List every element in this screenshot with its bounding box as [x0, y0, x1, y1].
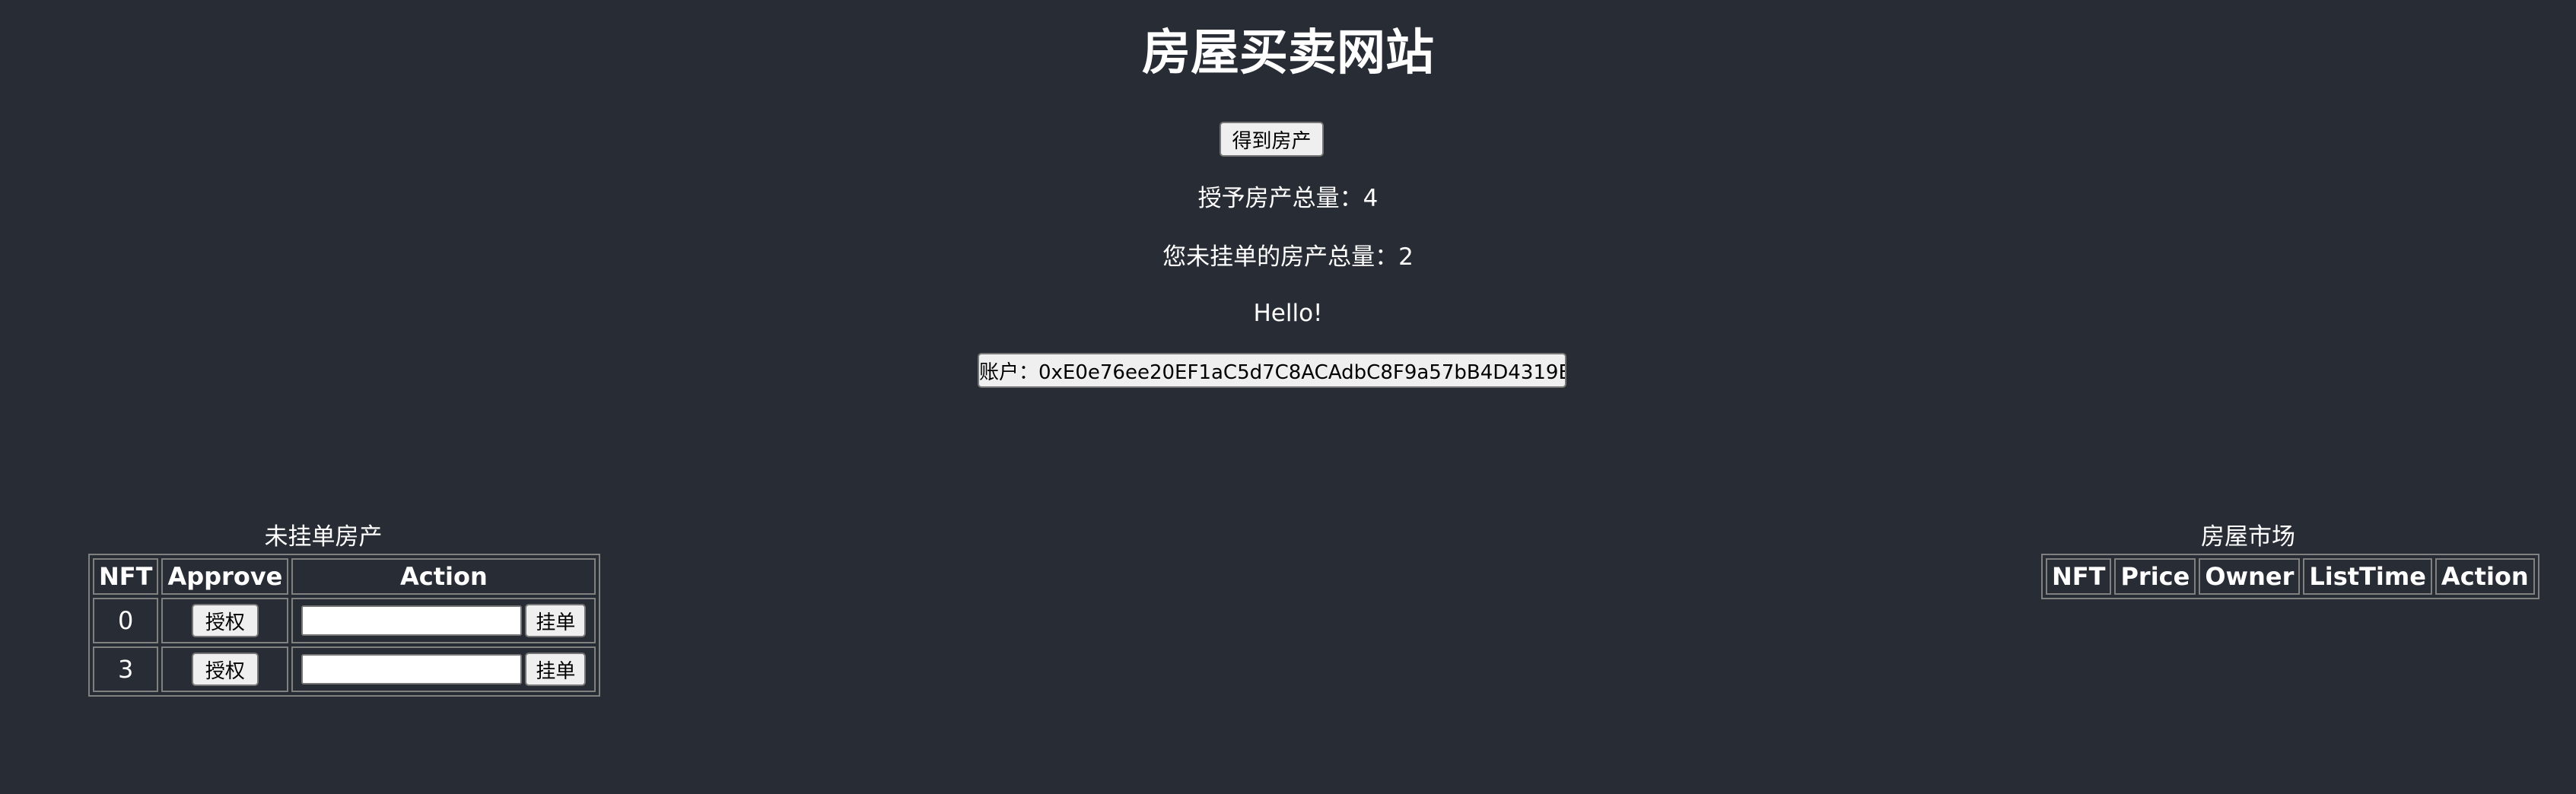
list-button[interactable]: 挂单 [525, 653, 587, 686]
get-house-button[interactable]: 得到房产 [1220, 122, 1324, 157]
col-price: Price [2114, 558, 2196, 595]
account-button[interactable]: 账户：0xE0e76ee20EF1aC5d7C8ACAdbC8F9a57bB4D… [978, 353, 1566, 388]
col-owner: Owner [2199, 558, 2301, 595]
action-cell: 挂单 [291, 646, 596, 692]
unlisted-header-row: NFT Approve Action [93, 558, 596, 595]
unlisted-total-text: 您未挂单的房产总量：2 [1162, 243, 1414, 271]
granted-total-text: 授予房产总量：4 [1197, 185, 1379, 212]
greeting-text: Hello! [1253, 300, 1323, 327]
list-button[interactable]: 挂单 [525, 604, 587, 637]
col-nft: NFT [93, 558, 159, 595]
market-caption: 房屋市场 [2201, 523, 2295, 551]
approve-button[interactable]: 授权 [191, 604, 259, 637]
market-header-row: NFT Price Owner ListTime Action [2046, 558, 2535, 595]
list-price-input[interactable] [301, 654, 523, 684]
market-table: NFT Price Owner ListTime Action [2041, 554, 2539, 599]
table-row: 3 授权 挂单 [93, 646, 596, 692]
approve-cell: 授权 [161, 598, 289, 643]
unlisted-caption: 未挂单房产 [264, 523, 383, 551]
list-price-input[interactable] [301, 605, 523, 636]
nft-id-cell: 3 [93, 646, 159, 692]
unlisted-table: NFT Approve Action 0 授权 挂单 3 授权 挂单 [88, 554, 601, 697]
col-approve: Approve [161, 558, 289, 595]
table-row: 0 授权 挂单 [93, 598, 596, 643]
col-action: Action [2434, 558, 2535, 595]
page-title: 房屋买卖网站 [1142, 25, 1434, 81]
col-action: Action [291, 558, 596, 595]
action-cell: 挂单 [291, 598, 596, 643]
col-nft: NFT [2046, 558, 2112, 595]
approve-button[interactable]: 授权 [191, 653, 259, 686]
approve-cell: 授权 [161, 646, 289, 692]
nft-id-cell: 0 [93, 598, 159, 643]
col-listtime: ListTime [2303, 558, 2432, 595]
